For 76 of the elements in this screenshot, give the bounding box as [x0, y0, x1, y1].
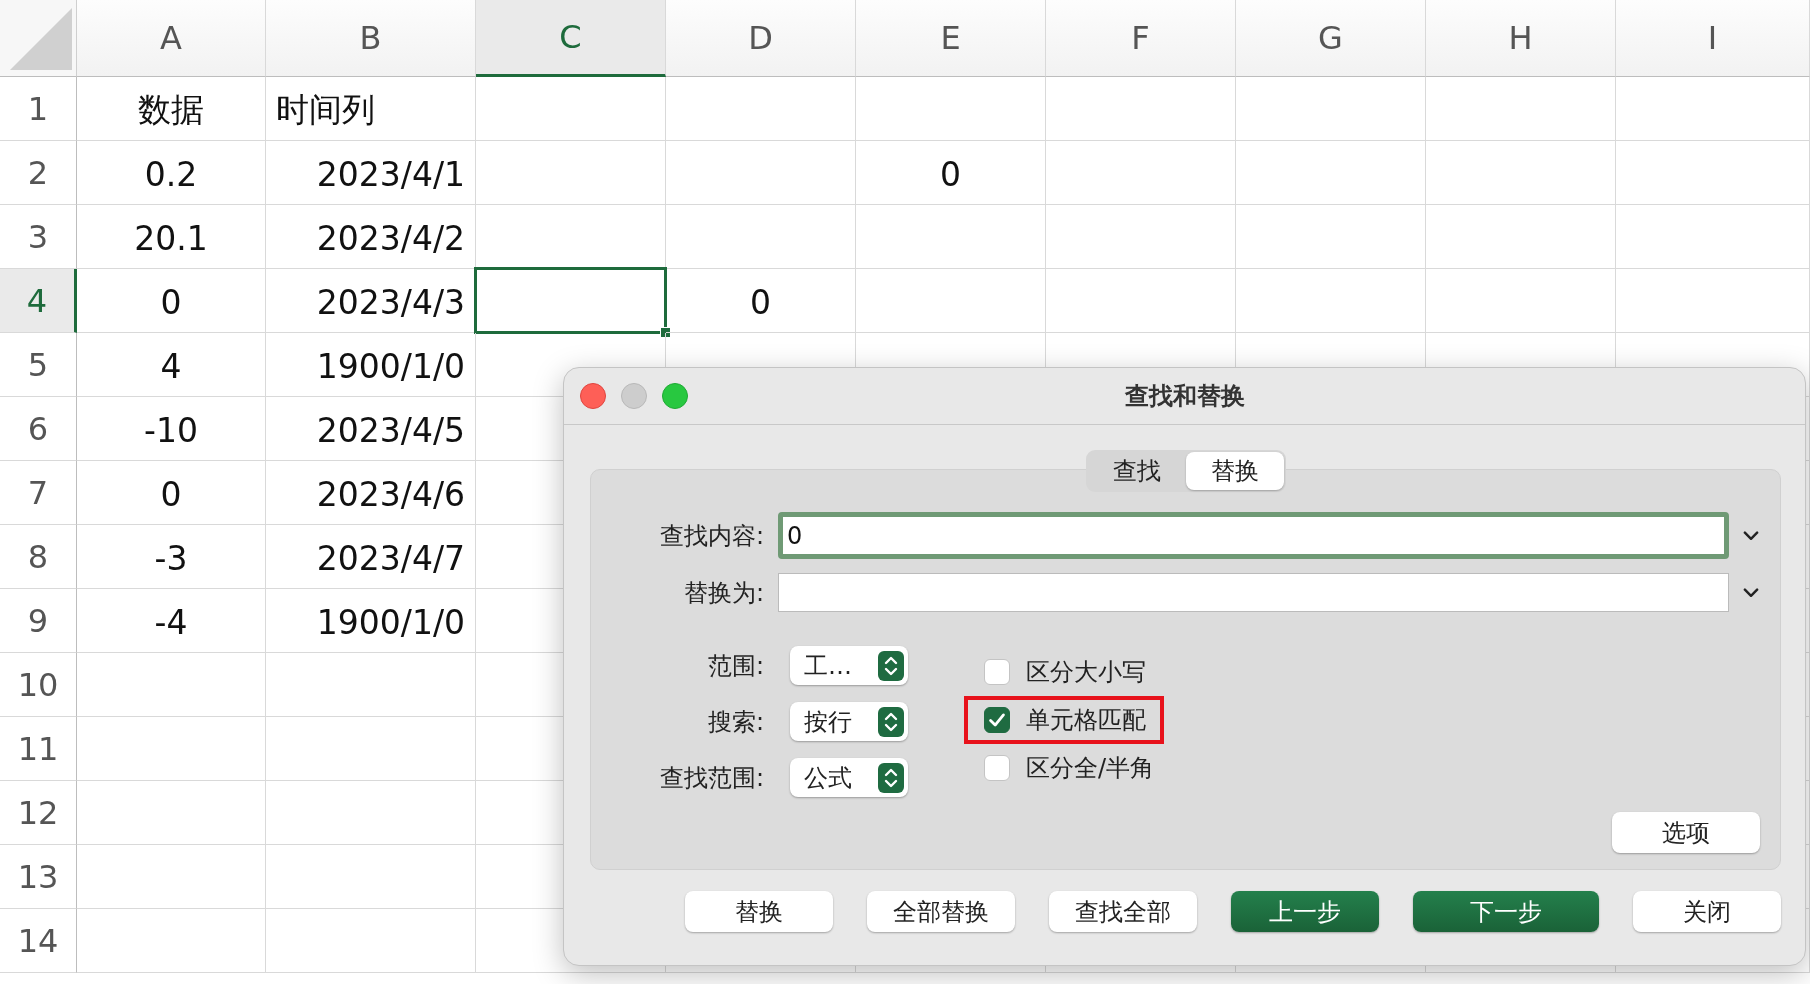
table-cell: 1900/1/0 [266, 589, 476, 653]
column-header[interactable]: C [476, 0, 666, 77]
checkbox-label[interactable]: 区分全/半角 [1026, 752, 1155, 784]
row-header[interactable]: 5 [0, 333, 77, 397]
table-cell: 2023/4/5 [266, 397, 476, 461]
dropdown[interactable]: 工… [790, 646, 908, 685]
field-label: 替换为: [683, 577, 764, 609]
table-cell: 时间列 [266, 77, 476, 141]
dialog-button[interactable]: 下一步 [1413, 891, 1599, 932]
options-button[interactable]: 选项 [1612, 812, 1760, 853]
dropdown[interactable]: 按行 [790, 702, 908, 741]
dropdown-label: 范围: [707, 650, 764, 682]
column-header[interactable]: B [266, 0, 476, 77]
checkbox-label[interactable]: 区分大小写 [1026, 656, 1146, 688]
row-header[interactable]: 13 [0, 845, 77, 909]
row-header[interactable]: 3 [0, 205, 77, 269]
up-down-chevron-icon [878, 706, 904, 737]
chevron-down-icon[interactable] [1743, 530, 1759, 541]
table-cell: 0 [856, 141, 1046, 205]
table-cell: -10 [77, 397, 266, 461]
checkbox-label[interactable]: 单元格匹配 [1026, 704, 1146, 736]
checkbox[interactable] [984, 707, 1010, 733]
checkbox[interactable] [984, 659, 1010, 685]
table-cell: 20.1 [77, 205, 266, 269]
row-header[interactable]: 2 [0, 141, 77, 205]
dialog-title: 查找和替换 [1124, 381, 1245, 412]
dropdown[interactable]: 公式 [790, 758, 908, 797]
table-cell: 2023/4/7 [266, 525, 476, 589]
table-cell: 2023/4/3 [266, 269, 476, 333]
table-cell: 2023/4/6 [266, 461, 476, 525]
column-header[interactable]: A [77, 0, 266, 77]
checkbox[interactable] [984, 755, 1010, 781]
dialog-button[interactable]: 关闭 [1633, 891, 1781, 932]
table-cell: 数据 [77, 77, 266, 141]
close-button[interactable] [580, 383, 606, 409]
column-header[interactable]: E [856, 0, 1046, 77]
row-header[interactable]: 8 [0, 525, 77, 589]
row-header[interactable]: 7 [0, 461, 77, 525]
dialog-button[interactable]: 查找全部 [1049, 891, 1197, 932]
dropdown-label: 查找范围: [659, 762, 764, 794]
column-header[interactable]: G [1236, 0, 1426, 77]
table-cell: 2023/4/1 [266, 141, 476, 205]
up-down-chevron-icon [878, 650, 904, 681]
row-header[interactable]: 1 [0, 77, 77, 141]
table-cell: -4 [77, 589, 266, 653]
row-header[interactable]: 11 [0, 717, 77, 781]
input-field[interactable]: 0 [778, 512, 1729, 559]
dialog-button[interactable]: 替换 [685, 891, 833, 932]
row-header[interactable]: 10 [0, 653, 77, 717]
column-header[interactable]: I [1616, 0, 1810, 77]
zoom-button[interactable] [662, 383, 688, 409]
row-header[interactable]: 4 [0, 269, 77, 333]
table-cell: 4 [77, 333, 266, 397]
table-cell: 0 [77, 269, 266, 333]
table-cell: 0 [666, 269, 856, 333]
tab[interactable]: 查找 [1087, 452, 1186, 490]
row-header[interactable]: 9 [0, 589, 77, 653]
column-header[interactable]: H [1426, 0, 1616, 77]
chevron-down-icon[interactable] [1743, 587, 1759, 598]
column-header[interactable]: F [1046, 0, 1236, 77]
table-cell: -3 [77, 525, 266, 589]
dialog-button[interactable]: 上一步 [1231, 891, 1379, 932]
table-cell: 0 [77, 461, 266, 525]
table-cell: 2023/4/2 [266, 205, 476, 269]
input-field[interactable] [778, 573, 1729, 612]
row-header[interactable]: 6 [0, 397, 77, 461]
up-down-chevron-icon [878, 762, 904, 793]
row-header[interactable]: 14 [0, 909, 77, 973]
table-cell: 1900/1/0 [266, 333, 476, 397]
tab[interactable]: 替换 [1185, 452, 1284, 490]
column-header[interactable]: D [666, 0, 856, 77]
row-header[interactable]: 12 [0, 781, 77, 845]
dialog-button[interactable]: 全部替换 [867, 891, 1015, 932]
dropdown-label: 搜索: [707, 706, 764, 738]
table-cell: 0.2 [77, 141, 266, 205]
field-label: 查找内容: [659, 520, 764, 552]
